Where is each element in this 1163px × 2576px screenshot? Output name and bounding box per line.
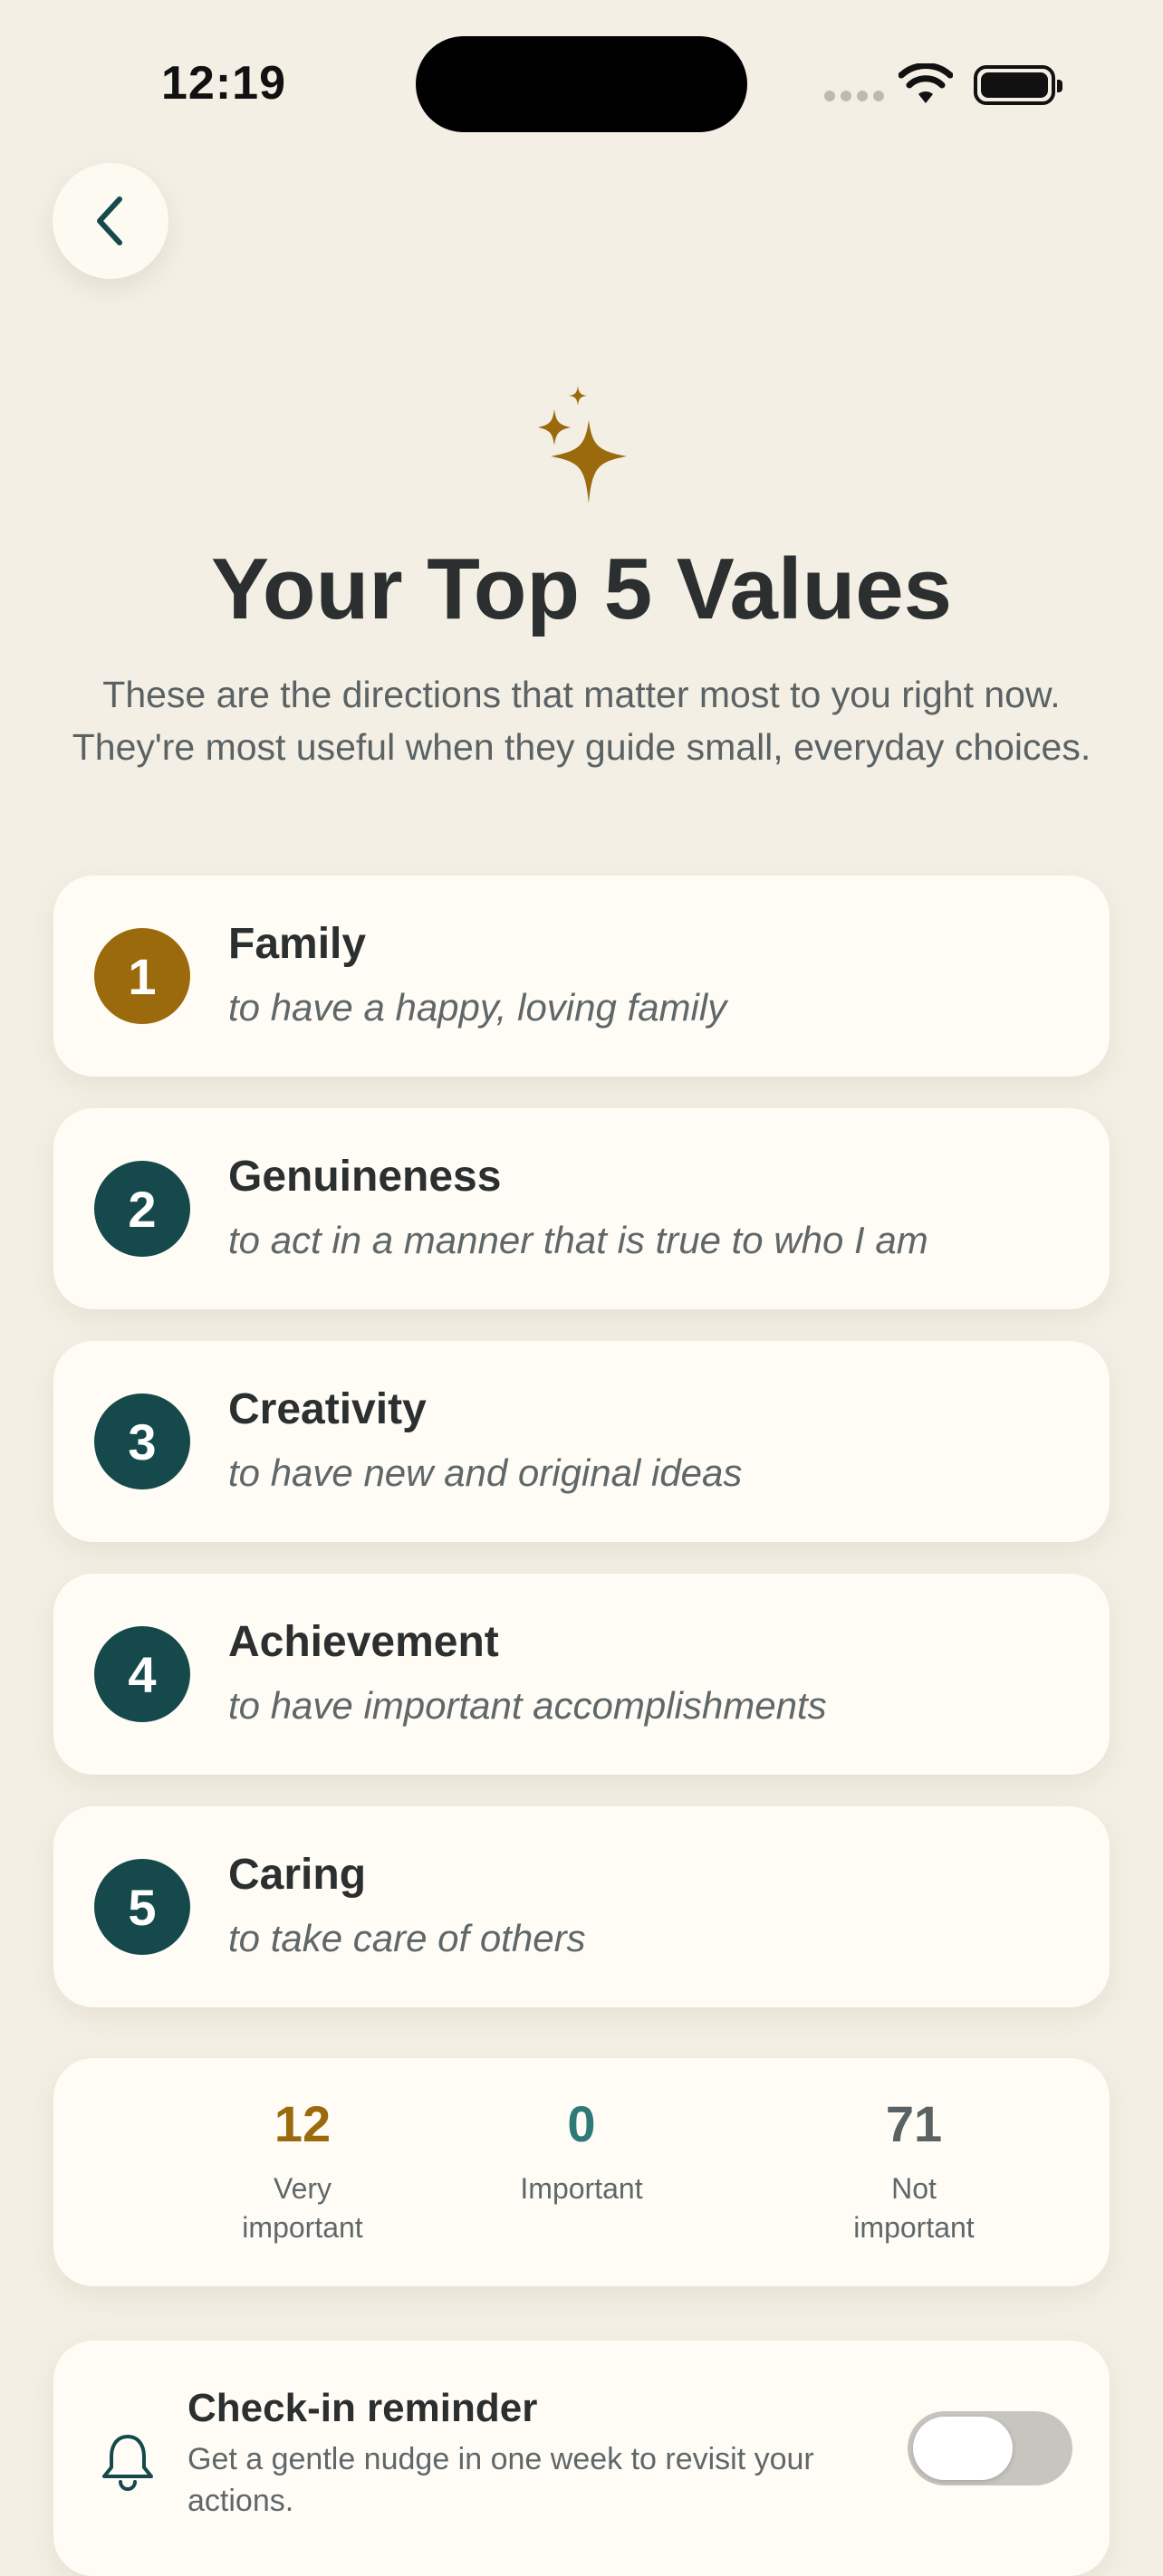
stat-label-line: important [853,2211,975,2244]
value-name: Caring [228,1851,367,1899]
value-description: to have important accomplishments [228,1684,827,1727]
stat-important: 0 Important [473,2094,690,2208]
stat-very-important: 12 Very important [194,2094,411,2247]
stat-label-line: important [242,2211,363,2244]
rank-badge: 1 [94,928,190,1024]
value-card-genuineness: 2 Genuineness to act in a manner that is… [53,1108,1110,1309]
reminder-toggle[interactable] [908,2411,1072,2485]
battery-icon [974,65,1062,105]
sparkles-icon [538,386,627,503]
stat-count: 0 [567,2095,596,2152]
wifi-icon [899,63,953,103]
reminder-description: Get a gentle nudge in one week to revisi… [187,2442,814,2518]
value-description: to have a happy, loving family [228,986,727,1029]
stat-count: 12 [274,2095,332,2152]
stat-label: Very important [194,2169,411,2247]
bell-icon [102,2435,153,2491]
stat-not-important: 71 Not important [805,2094,1023,2247]
stat-label-line: Very [273,2172,332,2205]
stat-label-line: Important [520,2172,643,2205]
reminder-title: Check-in reminder [187,2386,538,2430]
value-card-creativity: 3 Creativity to have new and original id… [53,1341,1110,1542]
stat-label: Not important [805,2169,1023,2247]
rank-badge: 2 [94,1161,190,1257]
value-description: to act in a manner that is true to who I… [228,1219,928,1261]
rank-badge: 3 [94,1393,190,1489]
rank-badge: 4 [94,1626,190,1722]
rank-badge: 5 [94,1859,190,1955]
value-description: to have new and original ideas [228,1451,743,1494]
stat-label-line: Not [891,2172,937,2205]
cellular-signal-icon [824,91,884,101]
dynamic-island [416,36,747,132]
value-name: Genuineness [228,1153,502,1201]
stats-summary-card: 12 Very important 0 Important 71 Not imp… [53,2058,1110,2286]
value-name: Creativity [228,1385,427,1433]
value-description: to take care of others [228,1917,586,1959]
page-title: Your Top 5 Values [211,541,952,637]
value-name: Achievement [228,1618,499,1666]
back-button[interactable] [53,163,168,279]
page-subtitle: These are the directions that matter mos… [72,674,1091,768]
value-card-achievement: 4 Achievement to have important accompli… [53,1574,1110,1775]
value-card-caring: 5 Caring to take care of others [53,1806,1110,2007]
value-name: Family [228,920,367,968]
stat-label: Important [473,2169,690,2208]
status-time: 12:19 [161,57,286,110]
value-card-family: 1 Family to have a happy, loving family [53,876,1110,1077]
stat-count: 71 [885,2095,943,2152]
checkin-reminder-card: Check-in reminder Get a gentle nudge in … [53,2341,1110,2576]
chevron-left-icon [97,196,122,245]
toggle-knob [913,2417,1013,2480]
